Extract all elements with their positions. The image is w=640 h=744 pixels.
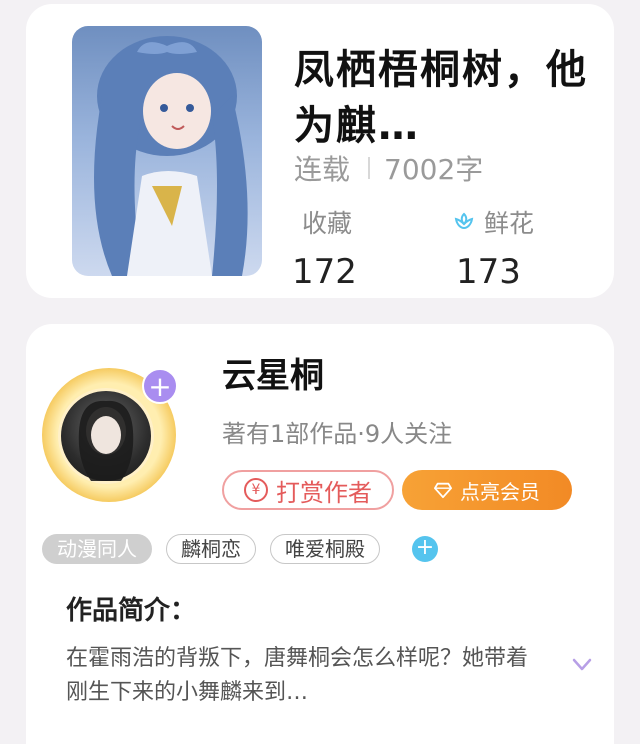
author-card: + 云星桐 著有1部作品·9人关注 ¥ 打赏作者 点亮会员 动漫同人 麟桐恋 唯…: [26, 324, 614, 744]
word-count: 7002字: [384, 153, 484, 186]
author-avatar[interactable]: [58, 388, 154, 484]
book-title: 凤栖梧桐树，他为麒…: [294, 47, 588, 149]
vip-label: 点亮会员: [460, 479, 540, 504]
author-name[interactable]: 云星桐: [222, 348, 324, 397]
book-cover-image[interactable]: [72, 26, 262, 276]
cover-illustration: [94, 36, 248, 276]
chevron-down-icon[interactable]: [572, 658, 592, 672]
tag-item[interactable]: 麟桐恋: [166, 534, 256, 564]
tag-item[interactable]: 唯爱桐殿: [270, 534, 380, 564]
flowers-stat[interactable]: 鲜花: [452, 204, 534, 240]
favorites-count: 172: [292, 252, 357, 292]
intro-heading: 作品简介：: [66, 596, 197, 626]
become-member-button[interactable]: 点亮会员: [402, 470, 572, 510]
tag-item[interactable]: 动漫同人: [42, 534, 152, 564]
reward-label: 打赏作者: [276, 478, 372, 507]
favorites-label: 收藏: [302, 209, 353, 238]
flowers-label: 鲜花: [484, 209, 535, 238]
reward-author-button[interactable]: ¥ 打赏作者: [222, 470, 394, 510]
intro-text: 在霍雨浩的背叛下，唐舞桐会怎么样呢？她带着刚生下来的小舞麟来到…: [66, 646, 529, 705]
follow-plus-button[interactable]: +: [142, 368, 178, 404]
book-meta: 连载 7002字: [294, 148, 483, 188]
author-subtitle: 著有1部作品·9人关注: [222, 420, 453, 448]
diamond-icon: [434, 482, 452, 499]
avatar-photo: [78, 400, 134, 481]
flower-icon: [454, 212, 474, 230]
book-card: 凤栖梧桐树，他为麒… 连载 7002字 收藏 172 鲜花 173: [26, 4, 614, 298]
yen-icon: ¥: [244, 478, 268, 502]
tag-list: 动漫同人 麟桐恋 唯爱桐殿 +: [42, 534, 438, 564]
add-tag-button[interactable]: +: [412, 536, 438, 562]
serial-status: 连载: [294, 153, 351, 186]
meta-divider: [368, 157, 371, 179]
flowers-count: 173: [456, 252, 521, 292]
